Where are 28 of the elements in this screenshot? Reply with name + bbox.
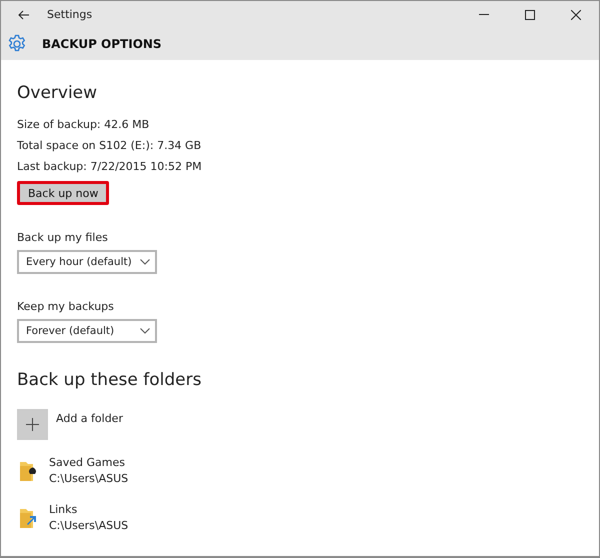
info-text: Last backup: 7/22/2015 10:52 PM <box>17 159 202 175</box>
section-heading: Overview <box>17 82 98 104</box>
plus-icon <box>26 418 39 431</box>
dropdown[interactable]: Every hour (default) <box>17 250 157 274</box>
section-heading: Back up these folders <box>17 369 202 391</box>
window-title: Settings <box>47 8 94 21</box>
folder-path: C:\Users\ASUS <box>49 518 128 534</box>
folder-name: Saved Games <box>49 455 126 471</box>
folder-path: C:\Users\ASUS <box>49 471 128 487</box>
dropdown[interactable]: Forever (default) <box>17 319 157 343</box>
field-label: Keep my backups <box>17 300 114 313</box>
minimize-icon <box>479 14 489 15</box>
add-folder-button[interactable] <box>17 409 48 440</box>
page-title: BACKUP OPTIONS <box>42 37 162 51</box>
folder-name: Links <box>49 502 78 518</box>
settings-icon <box>7 34 27 54</box>
back-arrow-icon <box>18 10 30 20</box>
info-text: Size of backup: 42.6 MB <box>17 117 150 133</box>
chevron-down-icon <box>140 328 150 334</box>
back-up-now-button[interactable]: Back up now <box>17 181 110 205</box>
add-folder-label: Add a folder <box>56 412 123 425</box>
chevron-down-icon <box>140 259 150 265</box>
folder-game-icon <box>17 459 39 483</box>
info-text: Total space on S102 (E:): 7.34 GB <box>17 138 202 154</box>
close-icon <box>571 10 581 20</box>
field-label: Back up my files <box>17 231 108 244</box>
maximize-icon <box>525 10 535 20</box>
folder-shortcut-icon <box>17 506 39 530</box>
